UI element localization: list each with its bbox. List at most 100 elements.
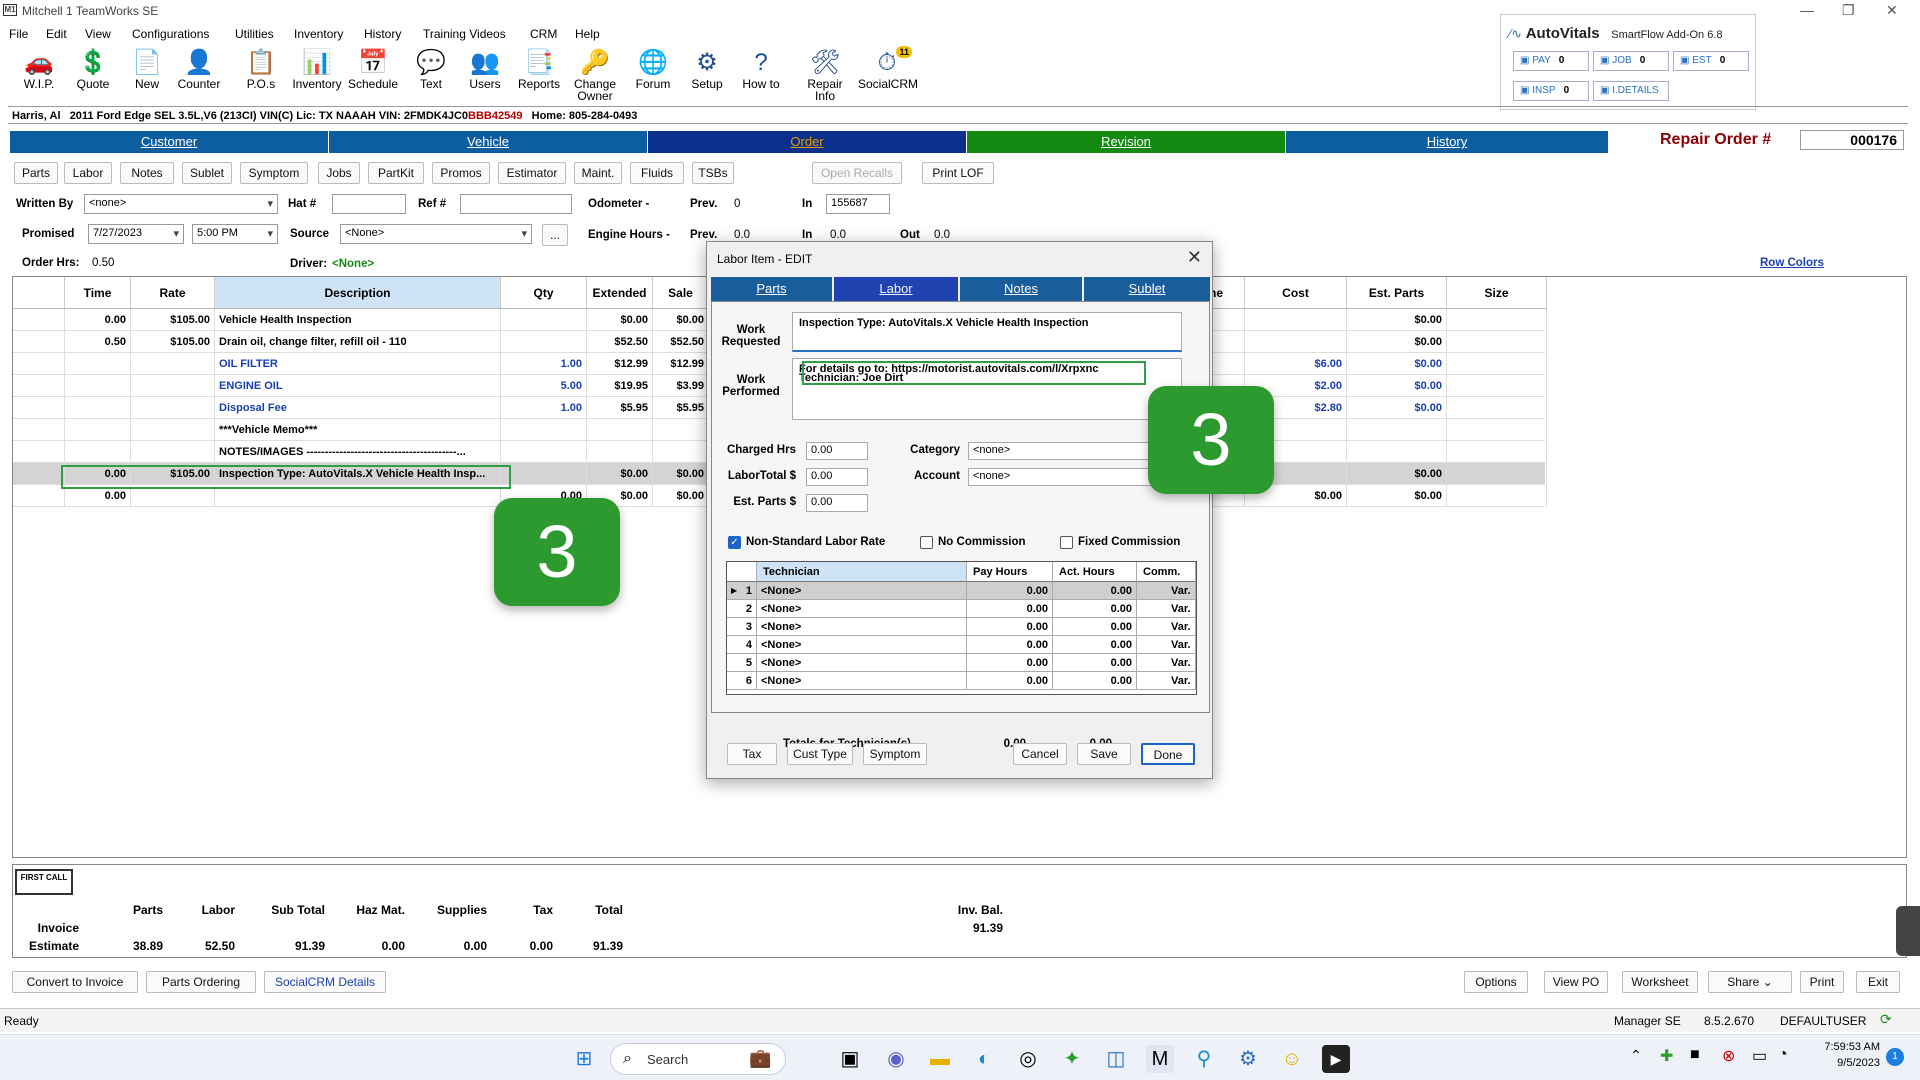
toolbar-users-button[interactable]: 👥 Users bbox=[456, 46, 514, 98]
grid-header-description[interactable]: Description bbox=[215, 277, 501, 309]
dialog-tab-sublet[interactable]: Sublet bbox=[1084, 277, 1210, 301]
grid-header-rate[interactable]: Rate bbox=[131, 277, 215, 309]
app-icon-1[interactable]: ✦ bbox=[1058, 1045, 1086, 1073]
network-icon[interactable]: ▭ bbox=[1752, 1046, 1767, 1066]
subtab-jobs[interactable]: Jobs bbox=[318, 162, 360, 184]
source-select[interactable]: <None> bbox=[340, 224, 532, 244]
edge-icon[interactable]: ◐ bbox=[970, 1045, 998, 1073]
options-button[interactable]: Options bbox=[1464, 971, 1528, 993]
settings-app-icon[interactable]: ⚙ bbox=[1234, 1045, 1262, 1073]
tech-header-pay-hours[interactable]: Pay Hours bbox=[967, 562, 1053, 582]
tray-chevron-icon[interactable]: ⌃ bbox=[1630, 1047, 1642, 1064]
subtab-estimator[interactable]: Estimator bbox=[498, 162, 566, 184]
socialcrm-details-button[interactable]: SocialCRM Details bbox=[264, 971, 386, 993]
volume-icon[interactable]: ◔ bbox=[1778, 1046, 1788, 1064]
share-button[interactable]: Share ⌄ bbox=[1708, 971, 1792, 993]
tab-vehicle[interactable]: Vehicle bbox=[329, 131, 647, 153]
chart-app-icon[interactable]: ◫ bbox=[1102, 1045, 1130, 1073]
teams-icon[interactable]: ◉ bbox=[882, 1045, 910, 1073]
mitchell-app-icon[interactable]: M bbox=[1146, 1045, 1174, 1073]
tech-row[interactable]: 6 <None> 0.00 0.00 Var. bbox=[727, 672, 1196, 690]
non-standard-rate-checkbox[interactable]: ✓ bbox=[728, 536, 741, 549]
symptom-button[interactable]: Symptom bbox=[863, 743, 927, 765]
exit-button[interactable]: Exit bbox=[1856, 971, 1900, 993]
grid-header-sale[interactable]: Sale bbox=[653, 277, 709, 309]
promised-time-select[interactable]: 5:00 PM bbox=[192, 224, 278, 244]
promised-date-input[interactable]: 7/27/2023 bbox=[88, 224, 184, 244]
menu-help[interactable]: Help bbox=[575, 27, 600, 41]
tech-header-technician[interactable]: Technician bbox=[757, 562, 967, 582]
tech-row[interactable]: 1 <None> 0.00 0.00 Var. ▶ bbox=[727, 582, 1196, 600]
toolbar-counter-button[interactable]: 👤 Counter bbox=[170, 46, 228, 98]
task-view-icon[interactable]: ▣ bbox=[836, 1045, 864, 1073]
toolbar-new-button[interactable]: 📄 New bbox=[118, 46, 176, 98]
taskbar-date[interactable]: 9/5/2023 bbox=[1812, 1057, 1880, 1069]
maximize-icon[interactable]: ❐ bbox=[1842, 2, 1855, 19]
tax-button[interactable]: Tax bbox=[727, 743, 777, 765]
worksheet-button[interactable]: Worksheet bbox=[1622, 971, 1698, 993]
av-est-button[interactable]: ▣ EST 0 bbox=[1673, 51, 1749, 71]
source-browse-button[interactable]: ... bbox=[542, 224, 568, 246]
search-app-icon[interactable]: ⚲ bbox=[1190, 1045, 1218, 1073]
parts-ordering-button[interactable]: Parts Ordering bbox=[146, 971, 256, 993]
grid-header-qty[interactable]: Qty bbox=[501, 277, 587, 309]
tab-order[interactable]: Order bbox=[648, 131, 966, 153]
taskbar-time[interactable]: 7:59:53 AM bbox=[1812, 1041, 1880, 1053]
save-button[interactable]: Save bbox=[1077, 743, 1131, 765]
subtab-promos[interactable]: Promos bbox=[432, 162, 490, 184]
tech-row[interactable]: 4 <None> 0.00 0.00 Var. bbox=[727, 636, 1196, 654]
minimize-icon[interactable]: — bbox=[1800, 2, 1814, 18]
grid-header-extended[interactable]: Extended bbox=[587, 277, 653, 309]
tray-app-icon[interactable]: ✚ bbox=[1660, 1046, 1673, 1066]
dialog-tab-parts[interactable]: Parts bbox=[711, 277, 832, 301]
print-button[interactable]: Print bbox=[1800, 971, 1844, 993]
toolbar-schedule-button[interactable]: 📅 Schedule bbox=[344, 46, 402, 98]
toolbar-setup-button[interactable]: ⚙ Setup bbox=[678, 46, 736, 98]
tab-revision[interactable]: Revision bbox=[967, 131, 1285, 153]
hat-input[interactable] bbox=[332, 194, 406, 214]
cancel-button[interactable]: Cancel bbox=[1013, 743, 1067, 765]
dialog-tab-notes[interactable]: Notes bbox=[960, 277, 1082, 301]
subtab-fluids[interactable]: Fluids bbox=[630, 162, 684, 184]
close-icon[interactable]: ✕ bbox=[1886, 2, 1898, 19]
odo-in-input[interactable]: 155687 bbox=[826, 194, 890, 214]
toolbar-socialcrm-button[interactable]: ⏱ 11 SocialCRM bbox=[858, 46, 918, 98]
terminal-icon[interactable]: ▶ bbox=[1322, 1045, 1350, 1073]
done-button[interactable]: Done bbox=[1141, 743, 1195, 765]
subtab-notes[interactable]: Notes bbox=[120, 162, 174, 184]
convert-to-invoice-button[interactable]: Convert to Invoice bbox=[12, 971, 138, 993]
side-handle[interactable] bbox=[1896, 906, 1920, 956]
print-lof-button[interactable]: Print LOF bbox=[922, 162, 994, 184]
menu-file[interactable]: File bbox=[9, 27, 28, 41]
tech-row[interactable]: 5 <None> 0.00 0.00 Var. bbox=[727, 654, 1196, 672]
toolbar-change-owner-button[interactable]: 🔑 Change Owner bbox=[566, 46, 624, 102]
av-insp-button[interactable]: ▣ INSP 0 bbox=[1513, 81, 1589, 101]
grid-header-size[interactable]: Size bbox=[1447, 277, 1547, 309]
tech-row[interactable]: 2 <None> 0.00 0.00 Var. bbox=[727, 600, 1196, 618]
toolbar-po-button[interactable]: 📋 P.O.s bbox=[232, 46, 290, 98]
toolbar-wip-button[interactable]: 🚗 W.I.P. bbox=[10, 46, 68, 98]
ref-input[interactable] bbox=[460, 194, 572, 214]
est-parts-input[interactable]: 0.00 bbox=[806, 494, 868, 512]
dialog-close-icon[interactable]: ✕ bbox=[1187, 247, 1202, 268]
tab-history[interactable]: History bbox=[1286, 131, 1608, 153]
subtab-tsbs[interactable]: TSBs bbox=[692, 162, 734, 184]
menu-configurations[interactable]: Configurations bbox=[132, 27, 209, 41]
menu-history[interactable]: History bbox=[364, 27, 401, 41]
file-explorer-icon[interactable]: ▬ bbox=[926, 1045, 954, 1073]
toolbar-forum-button[interactable]: 🌐 Forum bbox=[624, 46, 682, 98]
row-colors-link[interactable]: Row Colors bbox=[1760, 257, 1824, 269]
toolbar-howto-button[interactable]: ? How to bbox=[732, 46, 790, 98]
menu-utilities[interactable]: Utilities bbox=[235, 27, 274, 41]
category-select[interactable]: <none> bbox=[968, 442, 1168, 460]
subtab-symptom[interactable]: Symptom bbox=[240, 162, 308, 184]
menu-crm[interactable]: CRM bbox=[530, 27, 557, 41]
av-idetails-button[interactable]: ▣ I.DETAILS bbox=[1593, 81, 1669, 101]
taskbar-search-box[interactable]: ⌕ Search 💼 bbox=[610, 1043, 786, 1075]
view-po-button[interactable]: View PO bbox=[1544, 971, 1608, 993]
toolbar-text-button[interactable]: 💬 Text bbox=[402, 46, 460, 98]
notification-badge[interactable]: 1 bbox=[1886, 1048, 1904, 1066]
av-pay-button[interactable]: ▣ PAY 0 bbox=[1513, 51, 1589, 71]
menu-training-videos[interactable]: Training Videos bbox=[423, 27, 506, 41]
menu-inventory[interactable]: Inventory bbox=[294, 27, 343, 41]
